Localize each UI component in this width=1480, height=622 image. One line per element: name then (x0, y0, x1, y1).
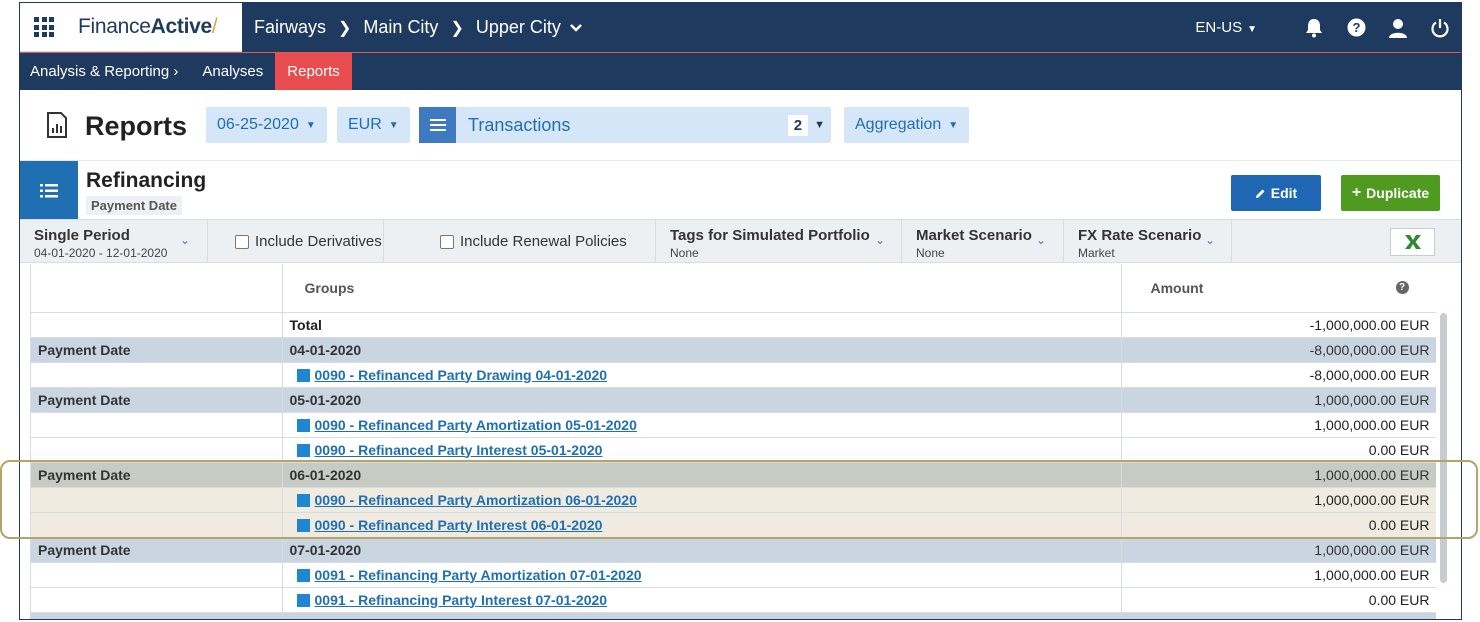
table-row-total: Total -1,000,000.00 EUR (31, 312, 1436, 338)
excel-export-button[interactable] (1390, 228, 1435, 256)
transaction-link[interactable]: 0090 - Refinanced Party Interest 05-01-2… (315, 442, 603, 458)
nav-bar: Analysis & Reporting › Analyses Reports (20, 52, 1461, 90)
tags-filter[interactable]: Tags for Simulated Portfolio None ⌄ (656, 220, 902, 263)
aggregation-dropdown[interactable]: Aggregation ▼ (844, 107, 970, 143)
table-row: 0090 - Refinanced Party Amortization 06-… (31, 487, 1436, 513)
transaction-link[interactable]: 0090 - Refinanced Party Amortization 05-… (315, 417, 637, 433)
report-subtitle: Payment Date (86, 196, 182, 215)
include-renewal-checkbox[interactable]: Include Renewal Policies (440, 233, 627, 250)
chevron-right-icon: ❯ (338, 19, 352, 37)
user-icon[interactable] (1387, 17, 1409, 39)
transaction-link[interactable]: 0091 - Refinancing Party Interest 07-01-… (315, 592, 608, 608)
report-table: Groups Amount? Total -1,000,000.00 EUR P… (30, 264, 1436, 619)
table-row: 0090 - Refinanced Party Interest 05-01-2… (31, 437, 1436, 463)
nav-analysis-reporting[interactable]: Analysis & Reporting › (20, 53, 190, 90)
transaction-icon (296, 368, 310, 382)
list-icon[interactable] (20, 161, 78, 220)
app-window: FinanceActive/ Fairways ❯ Main City ❯ Up… (19, 2, 1462, 620)
svg-text:?: ? (1352, 20, 1360, 35)
page-header: Reports 06-25-2020 ▼ EUR ▼ Transactions 2 … (20, 90, 1461, 160)
report-title: Refinancing (86, 169, 207, 192)
help-icon[interactable]: ? (1395, 281, 1409, 294)
include-derivatives-checkbox[interactable]: Include Derivatives (235, 233, 382, 250)
plus-icon: + (1351, 184, 1362, 201)
table-row-group[interactable]: Payment Date 06-01-2020 1,000,000.00 EUR (31, 462, 1436, 488)
bell-icon[interactable] (1303, 17, 1325, 39)
table-row: 0090 - Refinanced Party Interest 06-01-2… (31, 512, 1436, 538)
top-bar: FinanceActive/ Fairways ❯ Main City ❯ Up… (20, 3, 1461, 52)
col-header-amount[interactable]: Amount? (1121, 264, 1436, 313)
power-icon[interactable] (1429, 17, 1451, 39)
breadcrumb-item-fairways[interactable]: Fairways (254, 17, 326, 38)
table-row: 0090 - Refinanced Party Drawing 04-01-20… (31, 362, 1436, 388)
edit-button[interactable]: Edit (1231, 175, 1321, 211)
table-scrollbar[interactable] (1440, 313, 1447, 583)
chevron-down-icon: ⌄ (1036, 233, 1047, 247)
transaction-link[interactable]: 0090 - Refinanced Party Amortization 06-… (315, 492, 637, 508)
brand-logo[interactable]: FinanceActive/ (78, 15, 218, 39)
transaction-icon (296, 418, 310, 432)
language-selector[interactable]: EN-US ▼ (1195, 19, 1257, 36)
transactions-label: Transactions (468, 114, 571, 135)
period-filter[interactable]: Single Period 04-01-2020 - 12-01-2020 ⌄ (20, 220, 208, 263)
table-row: 0091 - Refinancing Party Amortization 07… (31, 562, 1436, 588)
chevron-right-icon: ❯ (450, 19, 464, 37)
breadcrumb: Fairways ❯ Main City ❯ Upper City (254, 3, 583, 52)
chevron-down-icon: ⌄ (875, 233, 886, 247)
transaction-icon (296, 443, 310, 457)
filter-bar: Single Period 04-01-2020 - 12-01-2020 ⌄ … (20, 219, 1461, 263)
market-scenario-filter[interactable]: Market Scenario None ⌄ (902, 220, 1064, 263)
transaction-link[interactable]: 0090 - Refinanced Party Interest 06-01-2… (315, 517, 603, 533)
excel-icon (1404, 235, 1421, 249)
chevron-down-icon: ⌄ (180, 233, 191, 247)
transaction-link[interactable]: 0091 - Refinancing Party Amortization 07… (315, 567, 642, 583)
chevron-down-icon: ⌄ (1205, 233, 1216, 247)
table-row: 0090 - Refinanced Party Amortization 05-… (31, 412, 1436, 438)
transaction-icon (296, 493, 310, 507)
table-row-group[interactable]: Payment Date 05-01-2020 1,000,000.00 EUR (31, 387, 1436, 413)
breadcrumb-item-main-city[interactable]: Main City (363, 17, 438, 38)
date-dropdown[interactable]: 06-25-2020 ▼ (206, 107, 327, 143)
fx-rate-filter[interactable]: FX Rate Scenario Market ⌄ (1064, 220, 1232, 263)
page-title: Reports (85, 111, 188, 141)
transaction-icon (296, 518, 310, 532)
help-icon[interactable]: ? (1345, 17, 1367, 39)
table-row: 0091 - Refinancing Party Interest 07-01-… (31, 587, 1436, 613)
logo-area: FinanceActive/ (20, 3, 242, 52)
nav-reports[interactable]: Reports (275, 53, 352, 90)
report-section-header: Refinancing Payment Date Edit + Duplicat… (20, 160, 1461, 220)
include-derivatives-cell: Include Derivatives (208, 220, 384, 263)
caret-down-icon: ▼ (814, 119, 825, 131)
transactions-dropdown[interactable]: Transactions 2 ▼ (419, 107, 831, 143)
table-row-group[interactable]: Payment Date 08-01-2020 1,000,000.00 EUR (31, 612, 1436, 619)
currency-dropdown[interactable]: EUR ▼ (337, 107, 410, 143)
nav-analyses[interactable]: Analyses (190, 53, 275, 90)
breadcrumb-item-upper-city[interactable]: Upper City (476, 17, 561, 38)
transaction-icon (296, 568, 310, 582)
table-row-group[interactable]: Payment Date 04-01-2020 -8,000,000.00 EU… (31, 337, 1436, 363)
col-header-label (31, 264, 283, 313)
col-header-groups[interactable]: Groups (282, 264, 1122, 313)
transaction-link[interactable]: 0090 - Refinanced Party Drawing 04-01-20… (315, 367, 608, 383)
apps-grid-icon[interactable] (34, 17, 54, 37)
table-row-group[interactable]: Payment Date 07-01-2020 1,000,000.00 EUR (31, 537, 1436, 563)
report-icon (46, 112, 68, 138)
chevron-down-icon[interactable] (569, 20, 583, 36)
table-header-row: Groups Amount? (31, 264, 1436, 313)
include-renewal-cell: Include Renewal Policies (384, 220, 656, 263)
pencil-icon (1255, 189, 1265, 198)
hamburger-icon (419, 107, 456, 143)
transaction-icon (296, 593, 310, 607)
duplicate-button[interactable]: + Duplicate (1341, 175, 1440, 211)
transactions-count-badge: 2 (787, 114, 809, 136)
top-right-tools: EN-US ▼ ? (1195, 3, 1451, 52)
